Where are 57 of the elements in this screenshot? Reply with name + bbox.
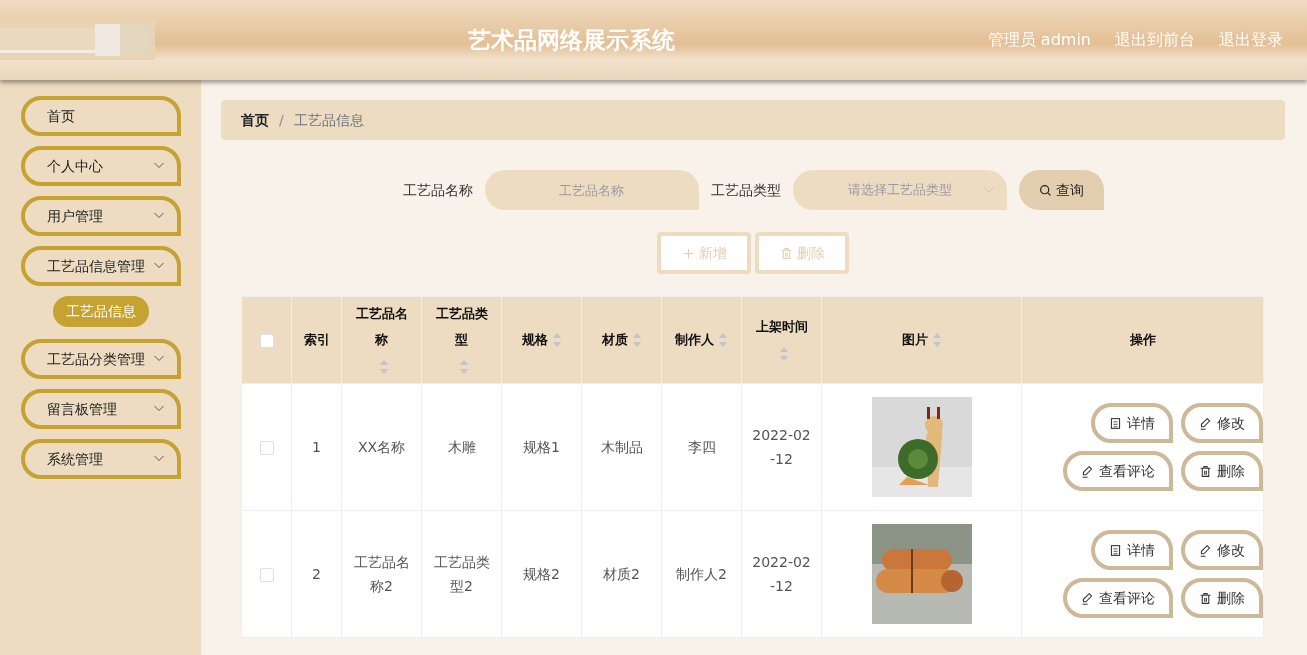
search-icon <box>1038 183 1052 197</box>
checkbox[interactable] <box>259 333 274 348</box>
sidebar-item[interactable]: 首页 <box>21 96 181 136</box>
trash-icon <box>779 246 793 260</box>
checkbox[interactable] <box>259 568 274 582</box>
sidebar-item[interactable]: 留言板管理 <box>21 389 181 429</box>
table-cell: 工艺品类型2 <box>433 554 490 594</box>
table-cell: 工艺品名称2 <box>353 554 410 594</box>
table-cell: 材质2 <box>603 566 640 582</box>
field-label: 工艺品名称 <box>402 180 473 200</box>
search-field[interactable]: 工艺品名称 <box>484 170 699 210</box>
table-cell: 2 <box>312 566 321 582</box>
checkbox[interactable] <box>259 441 274 455</box>
breadcrumb-link[interactable]: 首页 <box>241 109 269 131</box>
sidebar-item[interactable]: 用户管理 <box>21 196 181 236</box>
sidebar-item[interactable]: 工艺品分类管理 <box>21 339 181 379</box>
delete-button[interactable]: 删除 <box>1181 451 1263 491</box>
edit-button[interactable]: 查看评论 <box>1063 578 1173 618</box>
edit-button[interactable]: 查看评论 <box>1063 451 1173 491</box>
search-button[interactable]: 查询 <box>1018 170 1104 210</box>
column-header[interactable]: 制作人 <box>675 327 714 354</box>
app-title: 艺术品网络展示系统 <box>467 25 675 55</box>
table-cell: 李四 <box>687 439 716 455</box>
table-cell: 1 <box>312 439 321 455</box>
table-cell: 木制品 <box>600 439 643 455</box>
pencil-icon <box>1081 464 1094 478</box>
sidebar-item[interactable]: 工艺品信息管理 <box>21 246 181 286</box>
plus-icon <box>681 246 695 260</box>
column-header: 操作 <box>1129 331 1156 350</box>
table-cell: 木雕 <box>447 439 476 455</box>
pencil-icon <box>1081 591 1094 605</box>
sidebar-item[interactable]: 系统管理 <box>21 439 181 479</box>
column-header: 索引 <box>303 331 330 350</box>
breadcrumb-separator: / <box>279 110 284 130</box>
delete-button[interactable]: 删除 <box>1181 578 1263 618</box>
pencil-icon <box>1199 543 1212 557</box>
trash-icon <box>1199 591 1212 605</box>
table-cell: 规格2 <box>523 566 560 582</box>
edit-button[interactable]: 修改 <box>1181 403 1263 443</box>
column-header[interactable]: 规格 <box>521 327 548 354</box>
table-cell: 规格1 <box>523 439 560 455</box>
document-icon <box>1109 416 1122 430</box>
table-cell: 制作人2 <box>676 566 727 582</box>
column-header[interactable]: 材质 <box>601 327 628 354</box>
table-cell: 2022-02-12 <box>752 427 811 467</box>
column-header[interactable]: 图片 <box>901 327 928 354</box>
detail-button[interactable]: 详情 <box>1091 530 1173 570</box>
detail-button[interactable]: 详情 <box>1091 403 1173 443</box>
trash-icon <box>1199 464 1212 478</box>
field-label: 工艺品类型 <box>710 180 781 200</box>
table-cell: XX名称 <box>357 439 406 455</box>
sidebar-item[interactable]: 个人中心 <box>21 146 181 186</box>
breadcrumb-current: 工艺品信息 <box>293 110 364 130</box>
table-cell: 2022-02-12 <box>752 554 811 594</box>
edit-button[interactable]: 修改 <box>1181 530 1263 570</box>
document-icon <box>1109 543 1122 557</box>
pencil-icon <box>1199 416 1212 430</box>
